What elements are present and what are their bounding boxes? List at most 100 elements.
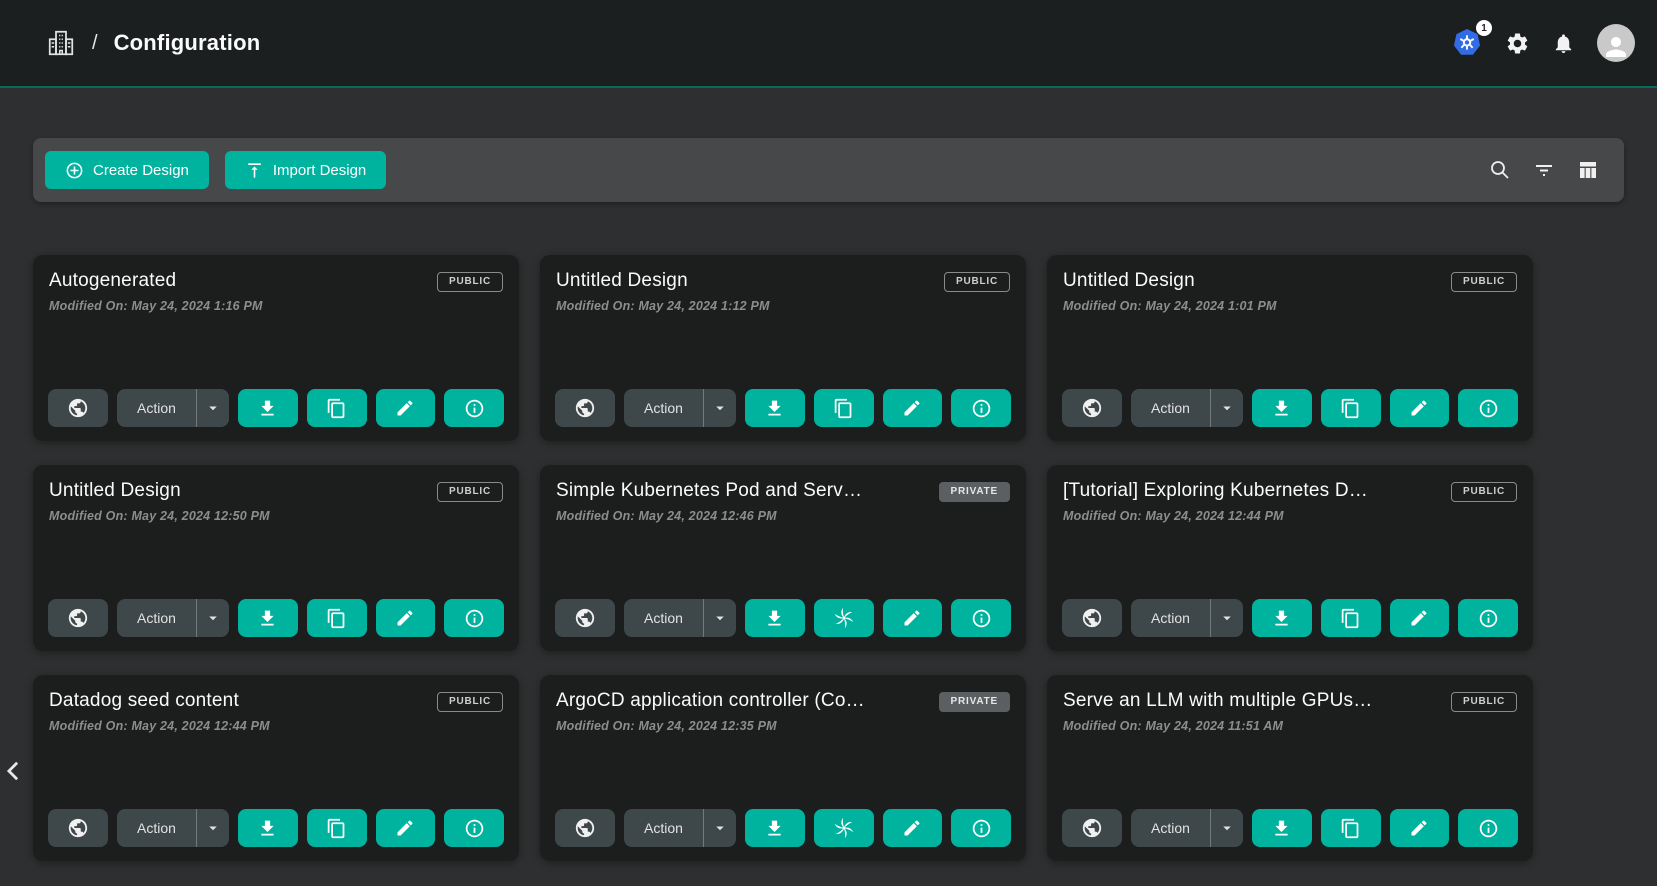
info-button[interactable] [444, 599, 504, 637]
modified-on-text: Modified On: May 24, 2024 12:46 PM [556, 509, 1010, 523]
action-split-button[interactable]: Action [624, 389, 736, 427]
visibility-globe-button[interactable] [555, 809, 615, 847]
action-dropdown-toggle[interactable] [704, 809, 736, 847]
action-split-button[interactable]: Action [117, 809, 229, 847]
action-button-label[interactable]: Action [624, 809, 703, 847]
action-split-button[interactable]: Action [1131, 809, 1243, 847]
secondary-action-button[interactable] [307, 599, 367, 637]
edit-button[interactable] [883, 599, 943, 637]
visibility-globe-button[interactable] [1062, 599, 1122, 637]
design-card[interactable]: Autogenerated PUBLIC Modified On: May 24… [33, 255, 519, 441]
secondary-action-button[interactable] [1321, 599, 1381, 637]
download-button[interactable] [745, 389, 805, 427]
action-dropdown-toggle[interactable] [197, 389, 229, 427]
create-design-button[interactable]: Create Design [45, 151, 209, 189]
collapse-panel-handle[interactable] [2, 758, 24, 784]
design-card[interactable]: Serve an LLM with multiple GPUs… PUBLIC … [1047, 675, 1533, 861]
info-button[interactable] [444, 389, 504, 427]
action-dropdown-toggle[interactable] [1211, 389, 1243, 427]
action-button-label[interactable]: Action [1131, 389, 1210, 427]
secondary-action-button[interactable] [814, 389, 874, 427]
action-split-button[interactable]: Action [624, 809, 736, 847]
info-button[interactable] [1458, 599, 1518, 637]
action-button-label[interactable]: Action [624, 389, 703, 427]
visibility-globe-button[interactable] [1062, 389, 1122, 427]
action-dropdown-toggle[interactable] [1211, 599, 1243, 637]
action-split-button[interactable]: Action [117, 389, 229, 427]
action-button-label[interactable]: Action [117, 809, 196, 847]
design-card[interactable]: [Tutorial] Exploring Kubernetes D… PUBLI… [1047, 465, 1533, 651]
visibility-globe-button[interactable] [555, 599, 615, 637]
notifications-button[interactable] [1552, 32, 1575, 55]
secondary-action-button[interactable] [307, 389, 367, 427]
chevron-down-icon [204, 609, 222, 627]
edit-button[interactable] [376, 389, 436, 427]
design-card[interactable]: ArgoCD application controller (Co… PRIVA… [540, 675, 1026, 861]
edit-button[interactable] [1390, 809, 1450, 847]
info-button[interactable] [951, 809, 1011, 847]
action-button-label[interactable]: Action [1131, 809, 1210, 847]
action-button-label[interactable]: Action [117, 599, 196, 637]
download-icon [257, 608, 278, 629]
edit-button[interactable] [376, 599, 436, 637]
kubernetes-context-button[interactable]: 1 [1451, 27, 1483, 59]
action-dropdown-toggle[interactable] [197, 809, 229, 847]
download-button[interactable] [1252, 599, 1312, 637]
design-card[interactable]: Simple Kubernetes Pod and Serv… PRIVATE … [540, 465, 1026, 651]
info-button[interactable] [951, 389, 1011, 427]
action-dropdown-toggle[interactable] [704, 389, 736, 427]
globe-icon [574, 397, 596, 419]
info-button[interactable] [1458, 389, 1518, 427]
user-avatar-button[interactable] [1597, 24, 1635, 62]
edit-button[interactable] [883, 389, 943, 427]
table-view-button[interactable] [1576, 158, 1600, 182]
action-split-button[interactable]: Action [1131, 389, 1243, 427]
info-button[interactable] [1458, 809, 1518, 847]
action-split-button[interactable]: Action [1131, 599, 1243, 637]
edit-button[interactable] [1390, 389, 1450, 427]
download-button[interactable] [238, 389, 298, 427]
secondary-action-button[interactable] [1321, 389, 1381, 427]
download-button[interactable] [238, 809, 298, 847]
settings-button[interactable] [1505, 31, 1530, 56]
action-button-label[interactable]: Action [624, 599, 703, 637]
edit-pencil-icon [902, 608, 922, 628]
design-card[interactable]: Untitled Design PUBLIC Modified On: May … [33, 465, 519, 651]
visibility-globe-button[interactable] [48, 389, 108, 427]
edit-button[interactable] [376, 809, 436, 847]
download-button[interactable] [238, 599, 298, 637]
action-split-button[interactable]: Action [624, 599, 736, 637]
import-upload-icon [245, 161, 264, 180]
info-button[interactable] [951, 599, 1011, 637]
secondary-action-button[interactable] [814, 599, 874, 637]
action-dropdown-toggle[interactable] [197, 599, 229, 637]
action-split-button[interactable]: Action [117, 599, 229, 637]
design-card[interactable]: Datadog seed content PUBLIC Modified On:… [33, 675, 519, 861]
info-button[interactable] [444, 809, 504, 847]
visibility-globe-button[interactable] [1062, 809, 1122, 847]
download-button[interactable] [745, 809, 805, 847]
visibility-globe-button[interactable] [48, 809, 108, 847]
action-button-label[interactable]: Action [117, 389, 196, 427]
globe-icon [574, 817, 596, 839]
table-view-icon [1576, 158, 1600, 182]
secondary-action-button[interactable] [307, 809, 367, 847]
import-design-button[interactable]: Import Design [225, 151, 386, 189]
download-button[interactable] [1252, 389, 1312, 427]
action-dropdown-toggle[interactable] [1211, 809, 1243, 847]
info-icon [1478, 608, 1499, 629]
edit-button[interactable] [883, 809, 943, 847]
visibility-globe-button[interactable] [48, 599, 108, 637]
secondary-action-button[interactable] [1321, 809, 1381, 847]
visibility-globe-button[interactable] [555, 389, 615, 427]
download-button[interactable] [1252, 809, 1312, 847]
download-button[interactable] [745, 599, 805, 637]
action-dropdown-toggle[interactable] [704, 599, 736, 637]
action-button-label[interactable]: Action [1131, 599, 1210, 637]
secondary-action-button[interactable] [814, 809, 874, 847]
filter-button[interactable] [1532, 158, 1556, 182]
edit-button[interactable] [1390, 599, 1450, 637]
design-card[interactable]: Untitled Design PUBLIC Modified On: May … [540, 255, 1026, 441]
design-card[interactable]: Untitled Design PUBLIC Modified On: May … [1047, 255, 1533, 441]
search-button[interactable] [1488, 158, 1512, 182]
